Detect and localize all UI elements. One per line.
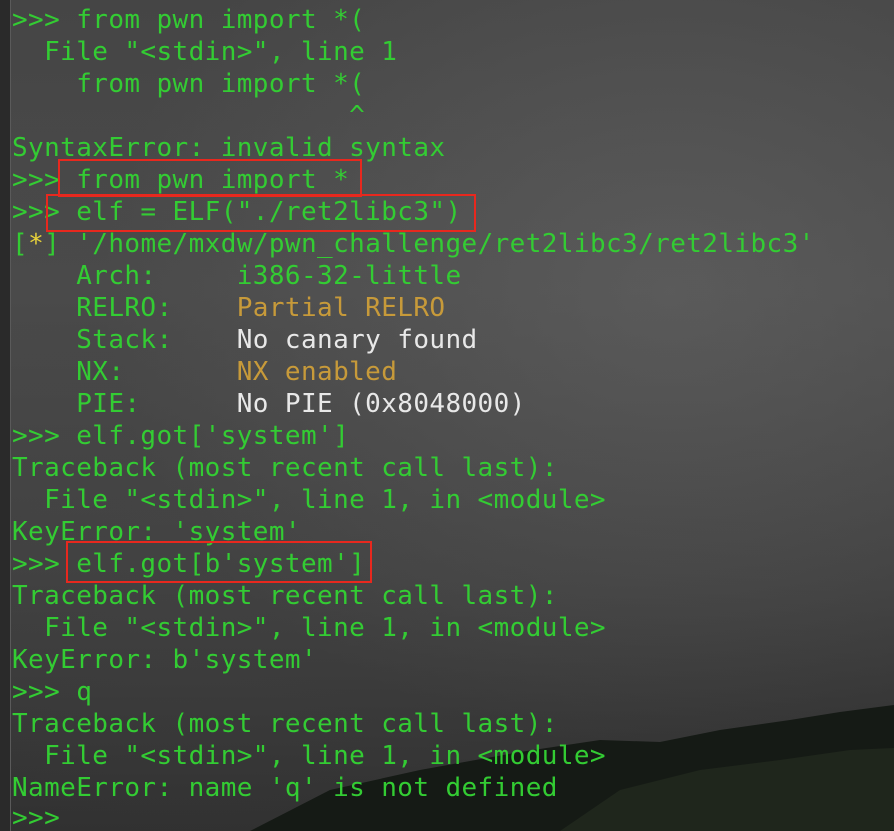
nx-label: NX: xyxy=(12,357,237,387)
output-line: Traceback (most recent call last): xyxy=(12,581,558,611)
relro-label: RELRO: xyxy=(12,293,237,323)
pie-value: No PIE (0x8048000) xyxy=(236,389,526,419)
checksec-arch: Arch: i386-32-little xyxy=(12,260,462,292)
output-line: File "<stdin>", line 1, in <module> xyxy=(12,613,606,643)
output-line: File "<stdin>", line 1 xyxy=(12,37,398,67)
terminal-output: >>> from pwn import *( File "<stdin>", l… xyxy=(12,0,892,831)
output-line: File "<stdin>", line 1, in <module> xyxy=(12,741,606,771)
terminal-window[interactable]: >>> from pwn import *( File "<stdin>", l… xyxy=(0,0,894,831)
output-line: >>> from pwn import *( xyxy=(12,5,366,35)
scrollbar-track[interactable] xyxy=(0,0,11,831)
stack-label: Stack: xyxy=(12,325,237,355)
info-bracket: [ xyxy=(12,229,29,259)
highlight-box-got xyxy=(66,541,372,583)
stack-value: No canary found xyxy=(236,325,478,355)
command-line: >>> q xyxy=(12,677,93,707)
star-icon: * xyxy=(28,229,45,259)
output-line: ^ xyxy=(12,101,366,131)
nx-value: NX enabled xyxy=(236,357,398,387)
relro-value: Partial RELRO xyxy=(236,293,446,323)
binary-path: ] '/home/mxdw/pwn_challenge/ret2libc3/re… xyxy=(44,229,815,259)
highlight-box-elf xyxy=(46,194,476,232)
command-line: >>> elf.got['system'] xyxy=(12,421,350,451)
output-line: Traceback (most recent call last): xyxy=(12,453,558,483)
output-line: from pwn import *( xyxy=(12,69,366,99)
arch-label: Arch: xyxy=(12,261,237,291)
checksec-relro: RELRO: Partial RELRO xyxy=(12,292,445,324)
info-line: [*] '/home/mxdw/pwn_challenge/ret2libc3/… xyxy=(12,228,815,260)
pie-label: PIE: xyxy=(12,389,237,419)
output-line: NameError: name 'q' is not defined xyxy=(12,773,558,803)
checksec-nx: NX: NX enabled xyxy=(12,356,397,388)
output-line: File "<stdin>", line 1, in <module> xyxy=(12,485,606,515)
checksec-pie: PIE: No PIE (0x8048000) xyxy=(12,388,526,420)
highlight-box-import xyxy=(58,159,362,197)
output-line: Traceback (most recent call last): xyxy=(12,709,558,739)
arch-value: i386-32-little xyxy=(236,261,462,291)
output-line: KeyError: b'system' xyxy=(12,645,318,675)
checksec-stack: Stack: No canary found xyxy=(12,324,478,356)
prompt-line[interactable]: >>> xyxy=(12,802,60,831)
